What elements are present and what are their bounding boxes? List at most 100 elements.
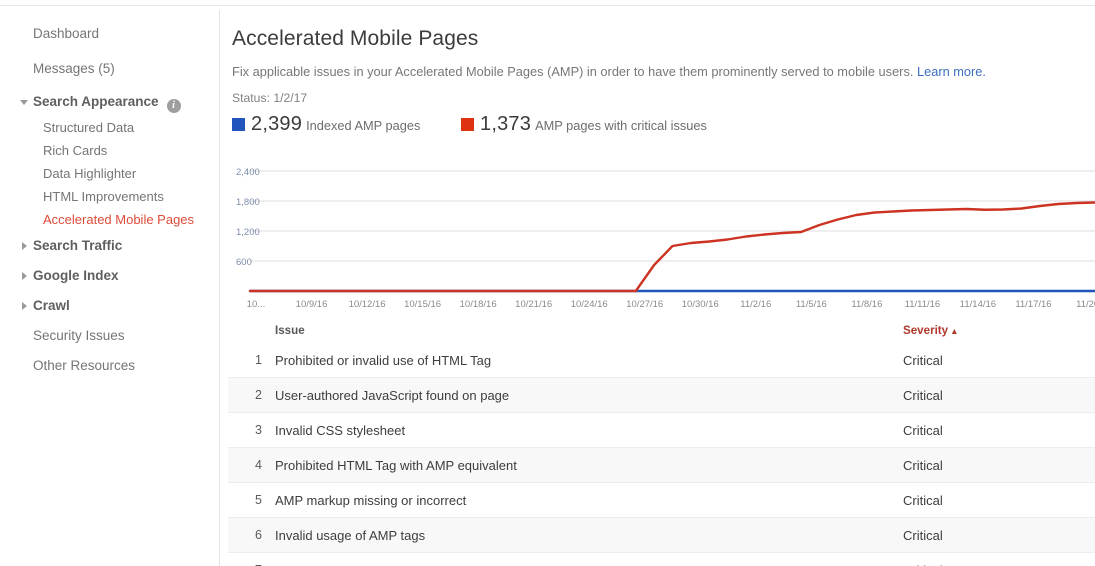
sidebar-item-crawl[interactable]: Crawl <box>33 298 70 314</box>
chart-series-amp-pages-with-critical-issues <box>248 201 1095 293</box>
legend-value-indexed: 2,399 <box>251 113 303 135</box>
x-axis-tick-label: 11/17/16 <box>1015 299 1051 310</box>
x-axis-tick-label: 10/9/16 <box>296 299 328 310</box>
table-header-row: Issue Severity ▲ <box>228 316 1095 344</box>
table-row[interactable]: 5 AMP markup missing or incorrect Critical <box>228 483 1095 518</box>
info-icon[interactable]: i <box>166 99 181 113</box>
sidebar-item-data-highlighter[interactable]: Data Highlighter <box>43 166 136 182</box>
row-issue[interactable]: Prohibited HTML Tag with AMP equivalent <box>275 458 517 473</box>
sidebar-item-search-traffic[interactable]: Search Traffic <box>33 238 122 254</box>
sidebar-item-messages-5[interactable]: Messages (5) <box>33 61 115 77</box>
amp-trend-chart: 600 1,200 1,800 2,400 10... 10/9/16 10/12/16 10… <box>228 146 1095 314</box>
sidebar-item-html-improvements[interactable]: HTML Improvements <box>43 189 164 205</box>
sidebar-item-search-appearance[interactable]: Search Appearance i <box>33 94 181 113</box>
amp-report-page: Dashboard Messages (5) Search Appearance i S… <box>0 0 1095 566</box>
sidebar-item-label: Security Issues <box>33 328 125 343</box>
sidebar-item-label: Search Traffic <box>33 238 123 253</box>
x-axis-tick-label: 10... <box>247 299 266 310</box>
sidebar-item-label: Structured Data <box>43 120 135 135</box>
issues-table: Issue Severity ▲ <box>228 316 1095 344</box>
x-axis-tick-label: 10/21/16 <box>515 299 552 310</box>
x-axis-tick-label: 11/11/16 <box>905 299 941 310</box>
caret-right-icon[interactable] <box>22 272 27 280</box>
legend-label-indexed: Indexed AMP pages <box>306 118 421 133</box>
sidebar-item-accelerated-mobile-pages[interactable]: Accelerated Mobile Pages <box>43 212 194 228</box>
page-description: Fix applicable issues in your Accelerate… <box>232 64 986 79</box>
row-severity: Critical <box>903 528 943 543</box>
row-index: 2 <box>255 388 262 402</box>
sidebar-item-label: Dashboard <box>33 26 100 41</box>
x-axis-tick-label: 11/2/16 <box>740 299 771 310</box>
row-index: 1 <box>255 353 262 367</box>
x-axis-tick-label: 11/14/16 <box>960 299 996 310</box>
table-row[interactable]: 2 User-authored JavaScript found on page C… <box>228 378 1095 413</box>
row-index: 4 <box>255 458 262 472</box>
sidebar-item-label: Google Index <box>33 268 119 283</box>
x-axis-tick-label: 10/15/16 <box>404 299 441 310</box>
chart-svg: 600 1,200 1,800 2,400 10... 10/9/16 10/12/16 10… <box>236 167 1095 310</box>
y-axis-tick-label: 1,200 <box>236 227 260 238</box>
sort-ascending-icon: ▲ <box>950 326 959 336</box>
row-severity: Critical <box>903 423 943 438</box>
column-header-severity[interactable]: Severity ▲ <box>903 324 959 337</box>
caret-right-icon[interactable] <box>22 302 27 310</box>
table-row[interactable]: 6 Invalid usage of AMP tags Critical <box>228 518 1095 553</box>
status-text: Status: 1/2/17 <box>232 91 308 105</box>
x-axis-tick-label: 10/12/16 <box>349 299 386 310</box>
sidebar-item-rich-cards[interactable]: Rich Cards <box>43 143 107 159</box>
legend-item-indexed: 2,399 Indexed AMP pages <box>232 112 420 138</box>
sidebar-item-label: Search Appearance <box>33 94 159 109</box>
issues-table-body: 1 Prohibited or invalid use of HTML Tag Cr… <box>228 343 1095 566</box>
x-axis-tick-label: 11/5/16 <box>796 299 827 310</box>
y-axis-tick-label: 2,400 <box>236 167 260 178</box>
x-axis-tick-label: 11/20/ <box>1076 299 1095 310</box>
caret-right-icon[interactable] <box>22 242 27 250</box>
table-row[interactable]: 1 Prohibited or invalid use of HTML Tag Cr… <box>228 343 1095 378</box>
legend-item-critical: 1,373 AMP pages with critical issues <box>461 112 707 138</box>
row-issue[interactable]: AMP markup missing or incorrect <box>275 493 466 508</box>
sidebar-nav: Dashboard Messages (5) Search Appearance i S… <box>0 6 219 566</box>
row-issue[interactable]: Invalid usage of AMP tags <box>275 528 425 543</box>
row-index: 3 <box>255 423 262 437</box>
x-axis-tick-label: 11/8/16 <box>851 299 882 310</box>
legend-value-critical: 1,373 <box>480 113 532 135</box>
table-row[interactable]: 3 Invalid CSS stylesheet Critical <box>228 413 1095 448</box>
legend-swatch-indexed <box>232 118 245 131</box>
sidebar-item-label: Data Highlighter <box>43 166 137 181</box>
row-severity: Critical <box>903 353 943 368</box>
learn-more-link[interactable]: Learn more. <box>917 64 986 79</box>
sidebar-item-dashboard[interactable]: Dashboard <box>33 26 99 42</box>
sidebar-item-security-issues[interactable]: Security Issues <box>33 328 125 344</box>
caret-down-icon[interactable] <box>20 100 28 105</box>
row-severity: Critical <box>903 493 943 508</box>
legend-label-critical: AMP pages with critical issues <box>535 118 707 133</box>
column-header-issue[interactable]: Issue <box>275 324 305 337</box>
y-axis-tick-label: 600 <box>236 257 252 268</box>
x-axis-tick-label: 10/24/16 <box>571 299 608 310</box>
x-axis-tick-label: 10/30/16 <box>682 299 719 310</box>
row-index: 5 <box>255 493 262 507</box>
sidebar-item-label: Messages (5) <box>33 61 115 76</box>
column-header-severity-label: Severity <box>903 324 949 337</box>
table-row[interactable]: 7Syntax errorCritical <box>228 553 1095 566</box>
sidebar-item-other-resources[interactable]: Other Resources <box>33 358 135 374</box>
main-content: Accelerated Mobile Pages Fix applicable … <box>220 6 1095 566</box>
sidebar-item-label: Rich Cards <box>43 143 108 158</box>
row-severity: Critical <box>903 388 943 403</box>
sidebar-item-label: Other Resources <box>33 358 136 373</box>
row-severity: Critical <box>903 458 943 473</box>
row-issue[interactable]: Invalid CSS stylesheet <box>275 423 405 438</box>
page-title: Accelerated Mobile Pages <box>232 27 479 50</box>
y-axis-tick-label: 1,800 <box>236 197 260 208</box>
sidebar-item-label: Accelerated Mobile Pages <box>43 212 195 227</box>
row-issue[interactable]: Prohibited or invalid use of HTML Tag <box>275 353 491 368</box>
legend-swatch-critical <box>461 118 474 131</box>
row-issue[interactable]: User-authored JavaScript found on page <box>275 388 509 403</box>
page-description-text: Fix applicable issues in your Accelerate… <box>232 64 914 79</box>
x-axis-tick-label: 10/18/16 <box>460 299 497 310</box>
sidebar-item-label: HTML Improvements <box>43 189 164 204</box>
sidebar-item-structured-data[interactable]: Structured Data <box>43 120 134 136</box>
table-row[interactable]: 4 Prohibited HTML Tag with AMP equivalent… <box>228 448 1095 483</box>
sidebar-item-label: Crawl <box>33 298 70 313</box>
sidebar-item-google-index[interactable]: Google Index <box>33 268 119 284</box>
